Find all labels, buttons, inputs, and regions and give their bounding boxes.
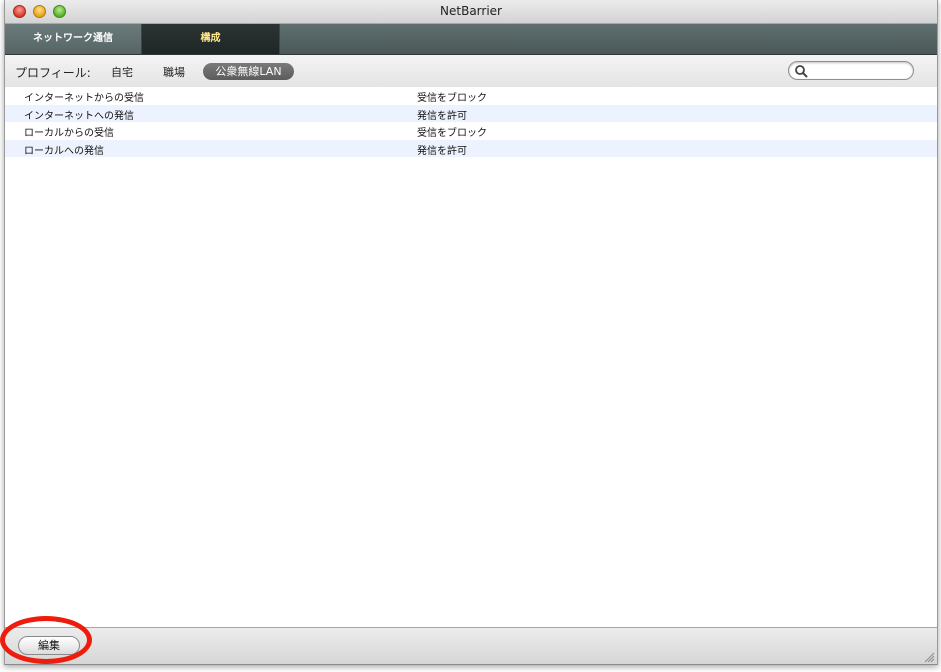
profile-option-work[interactable]: 職場: [163, 64, 185, 80]
profile-option-public-wlan[interactable]: 公衆無線LAN: [203, 63, 294, 80]
rule-name: インターネットへの発信: [24, 110, 134, 122]
rule-action: 発信を許可: [417, 145, 467, 157]
search-field[interactable]: [788, 61, 914, 80]
window-title: NetBarrier: [440, 4, 502, 18]
profile-label: プロフィール:: [15, 66, 91, 80]
highlight-ring-annotation: [0, 616, 92, 664]
rule-name: ローカルへの発信: [24, 145, 104, 157]
table-row[interactable]: インターネットからの受信 受信をブロック: [5, 87, 937, 105]
profile-bar: プロフィール: 自宅 職場 公衆無線LAN: [5, 55, 937, 88]
bottom-bar: 編集: [5, 627, 937, 664]
tab-bar: ネットワーク通信 構成: [5, 24, 937, 55]
rules-table: インターネットからの受信 受信をブロック インターネットへの発信 発信を許可 ロ…: [5, 87, 937, 627]
app-window: NetBarrier ネットワーク通信 構成 プロフィール: 自宅 職場 公衆無…: [4, 0, 938, 665]
tab-network-traffic[interactable]: ネットワーク通信: [5, 24, 142, 54]
rule-name: ローカルからの受信: [24, 128, 114, 139]
table-row[interactable]: ローカルへの発信 発信を許可: [5, 139, 937, 157]
resize-grip-icon[interactable]: [924, 652, 935, 663]
search-icon: [795, 65, 808, 78]
title-bar[interactable]: NetBarrier: [5, 0, 937, 24]
table-row[interactable]: ローカルからの受信 受信をブロック: [5, 122, 937, 140]
table-row[interactable]: インターネットへの発信 発信を許可: [5, 104, 937, 122]
rule-action: 受信をブロック: [417, 93, 487, 104]
tab-configuration[interactable]: 構成: [142, 24, 280, 54]
profile-option-home[interactable]: 自宅: [111, 64, 133, 80]
rule-action: 発信を許可: [417, 110, 467, 122]
rule-name: インターネットからの受信: [24, 93, 144, 104]
rule-action: 受信をブロック: [417, 128, 487, 139]
search-input[interactable]: [809, 63, 907, 78]
